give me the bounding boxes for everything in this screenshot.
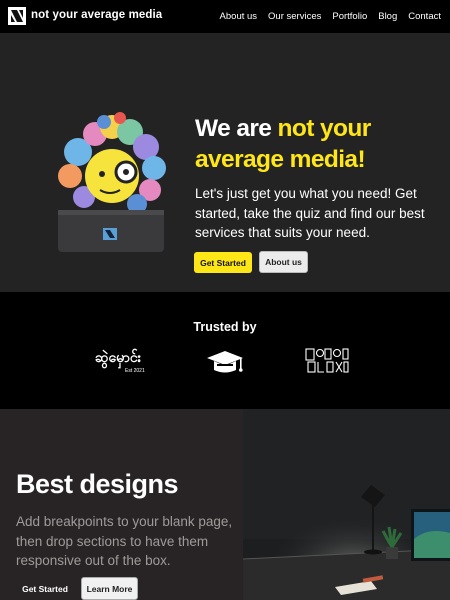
trusted-by-section: Trusted by ဆွဲမှောင်း Est 2021 [0, 292, 450, 409]
best-designs-title: Best designs [16, 469, 179, 499]
nav-link-about-us[interactable]: About us [220, 11, 258, 22]
hero-about-us-button[interactable]: About us [259, 251, 308, 273]
client-logo-1-subtext: Est 2021 [125, 368, 145, 374]
brand-name[interactable]: not your average media [31, 9, 162, 21]
nav-link-contact[interactable]: Contact [408, 11, 441, 22]
client-logo-1: ဆွဲမှောင်း Est 2021 [95, 344, 153, 378]
hero-description: Let's just get you what you need! Get st… [195, 186, 425, 240]
desk-workspace-photo [243, 409, 450, 600]
best-designs-section: Best designs Add breakpoints to your bla… [0, 409, 450, 600]
nav-links: About us Our services Portfolio Blog Con… [220, 11, 441, 22]
hero-title-prefix: We are [195, 115, 278, 142]
best-designs-description: Add breakpoints to your blank page, then… [16, 514, 233, 568]
graduation-cap-logo-icon [205, 348, 245, 376]
design-learn-more-button[interactable]: Learn More [81, 577, 138, 600]
top-navigation: not your average media About us Our serv… [0, 0, 450, 33]
brand-logo-icon[interactable] [8, 7, 26, 25]
trusted-by-title: Trusted by [193, 320, 257, 334]
nav-link-portfolio[interactable]: Portfolio [332, 11, 367, 22]
hero-illustration [50, 92, 170, 252]
client-logo-3-icon [304, 347, 350, 375]
client-logo-1-text: ဆွဲမှောင်း [95, 349, 142, 365]
nav-link-blog[interactable]: Blog [378, 11, 397, 22]
hero-title: We are not your average media! [195, 113, 435, 175]
hero-get-started-button[interactable]: Get Started [194, 252, 252, 273]
nav-link-our-services[interactable]: Our services [268, 11, 321, 22]
design-get-started-button[interactable]: Get Started [16, 578, 74, 600]
best-designs-text-panel [0, 409, 243, 600]
